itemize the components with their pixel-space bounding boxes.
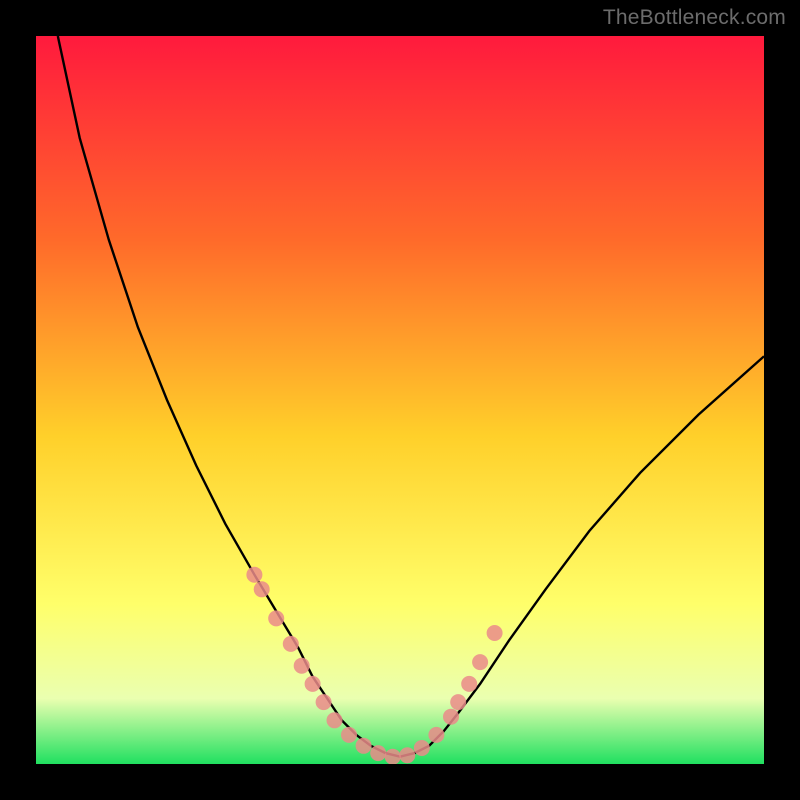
gradient-background xyxy=(36,36,764,764)
highlight-point xyxy=(414,740,430,756)
highlight-point xyxy=(341,727,357,743)
highlight-point xyxy=(283,636,299,652)
highlight-point xyxy=(268,610,284,626)
highlight-point xyxy=(443,709,459,725)
highlight-point xyxy=(294,658,310,674)
highlight-point xyxy=(356,738,372,754)
highlight-point xyxy=(450,694,466,710)
highlight-point xyxy=(428,727,444,743)
highlight-point xyxy=(399,747,415,763)
highlight-point xyxy=(305,676,321,692)
highlight-point xyxy=(487,625,503,641)
highlight-point xyxy=(254,581,270,597)
highlight-point xyxy=(385,749,401,764)
highlight-point xyxy=(461,676,477,692)
highlight-point xyxy=(316,694,332,710)
bottleneck-chart xyxy=(36,36,764,764)
highlight-point xyxy=(472,654,488,670)
highlight-point xyxy=(327,712,343,728)
plot-area xyxy=(36,36,764,764)
highlight-point xyxy=(246,567,262,583)
highlight-point xyxy=(370,745,386,761)
chart-stage: TheBottleneck.com xyxy=(0,0,800,800)
watermark-text: TheBottleneck.com xyxy=(603,6,786,30)
